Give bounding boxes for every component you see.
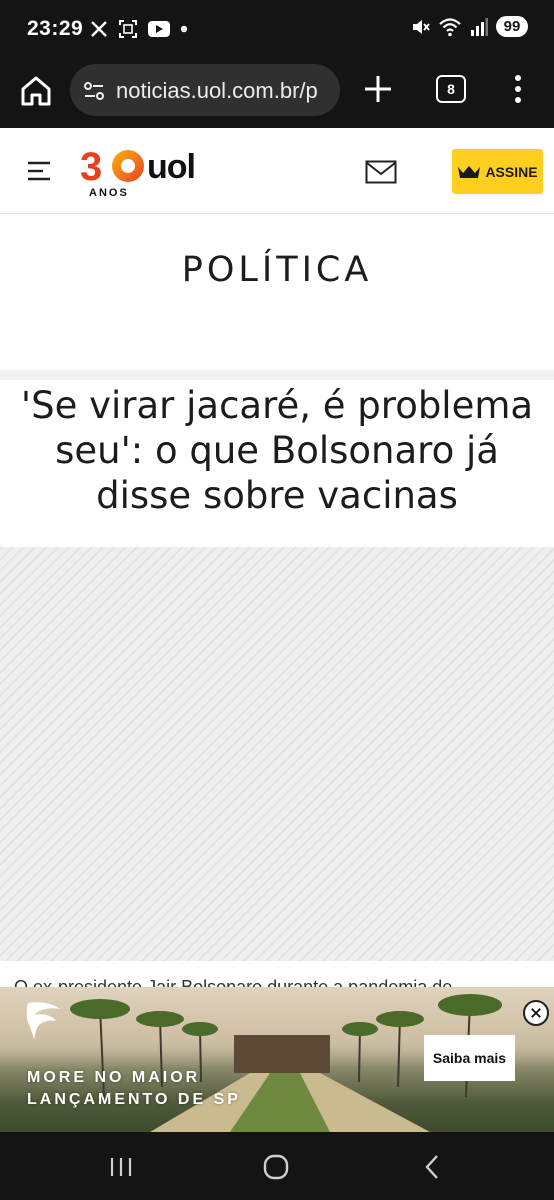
status-bar: 23:29 99: [0, 0, 554, 58]
tabs-icon[interactable]: 8: [436, 75, 466, 103]
section-title[interactable]: POLÍTICA: [0, 250, 554, 290]
system-status-icons: 99: [410, 16, 528, 37]
hamburger-icon[interactable]: [26, 159, 52, 183]
site-header: 3 uol ANOS ASSINE: [0, 128, 554, 214]
ad-cta-button[interactable]: Saiba mais: [424, 1035, 515, 1081]
recents-icon[interactable]: [108, 1156, 134, 1178]
mute-icon: [413, 19, 430, 34]
svg-text:3: 3: [80, 145, 102, 189]
ad-text-line2: LANÇAMENTO DE SP: [27, 1091, 241, 1108]
back-icon[interactable]: [422, 1154, 442, 1180]
ad-brand-logo: [26, 1002, 60, 1039]
address-bar[interactable]: noticias.uol.com.br/p: [70, 64, 340, 116]
home-icon[interactable]: [18, 73, 54, 109]
screenshot-icon: [119, 20, 137, 38]
divider: [0, 370, 554, 380]
new-tab-icon[interactable]: [361, 72, 395, 106]
subscribe-label: ASSINE: [485, 163, 538, 180]
notification-icons: [90, 19, 188, 39]
ad-placeholder: [0, 547, 554, 961]
url-text[interactable]: noticias.uol.com.br/p: [116, 78, 336, 104]
ad-headline: MORE NO MAIOR LANÇAMENTO DE SP: [27, 1067, 241, 1111]
menu-icon[interactable]: [505, 72, 531, 106]
svg-text:ANOS: ANOS: [89, 187, 129, 199]
x-icon: [91, 21, 107, 37]
ad-text-line1: MORE NO MAIOR: [27, 1069, 201, 1086]
status-time: 23:29: [27, 17, 84, 40]
home-circle-icon[interactable]: [263, 1154, 289, 1180]
browser-toolbar: noticias.uol.com.br/p 8: [0, 58, 554, 128]
section-area: POLÍTICA: [0, 214, 554, 370]
dot-icon: [180, 25, 188, 33]
ad-banner[interactable]: MORE NO MAIOR LANÇAMENTO DE SP Saiba mai…: [0, 987, 554, 1132]
battery-icon: 99: [496, 16, 528, 37]
svg-text:uol: uol: [147, 148, 195, 186]
uol-30-anos-logo[interactable]: 3 uol ANOS: [80, 142, 220, 200]
mail-icon[interactable]: [365, 160, 397, 184]
site-settings-icon[interactable]: [82, 79, 106, 103]
youtube-icon: [148, 21, 170, 37]
signal-icon: [471, 17, 488, 36]
article-headline: 'Se virar jacaré, é problema seu': o que…: [20, 384, 534, 517]
subscribe-button[interactable]: ASSINE: [452, 149, 543, 194]
system-nav-bar: [0, 1132, 554, 1200]
crown-icon: [458, 165, 481, 178]
close-icon[interactable]: [523, 1000, 549, 1026]
wifi-icon: [439, 17, 461, 36]
